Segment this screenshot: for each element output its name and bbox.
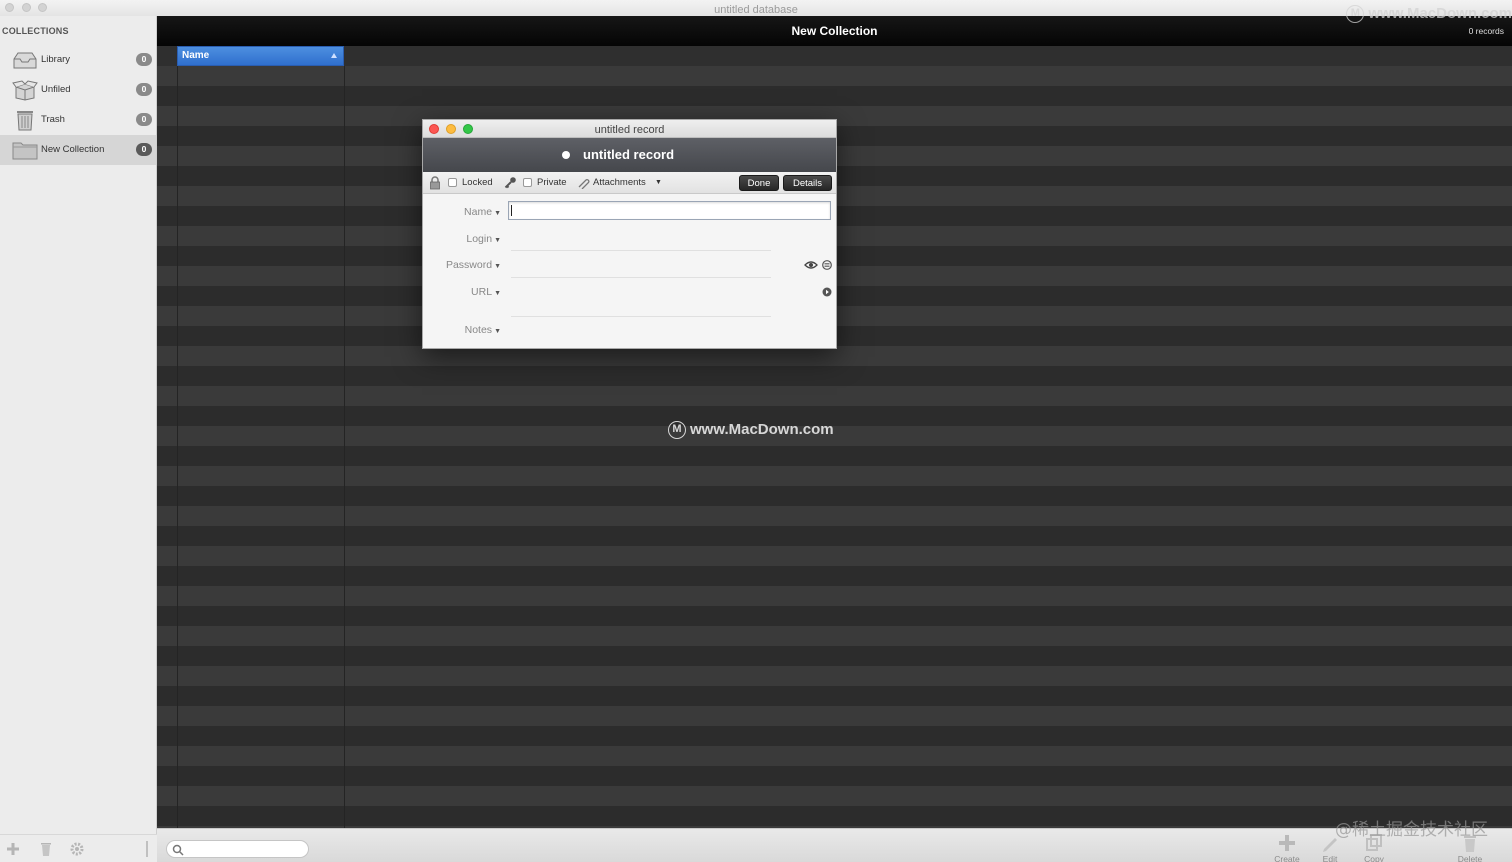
collections-sidebar: COLLECTIONS Library 0 Unfiled 0 Trash 0 <box>0 16 157 862</box>
count-badge: 0 <box>136 113 152 126</box>
search-field[interactable] <box>166 840 309 858</box>
locked-label: Locked <box>462 177 493 188</box>
name-field[interactable] <box>508 201 831 220</box>
record-name-heading: untitled record <box>583 147 675 162</box>
lock-icon <box>430 176 440 190</box>
bottom-toolbar: Create Edit Copy Delete <box>157 828 1512 862</box>
trash-can-icon <box>17 111 33 131</box>
gear-icon[interactable] <box>69 841 85 857</box>
plus-icon <box>1279 835 1295 851</box>
delete-collection-icon[interactable] <box>38 841 54 857</box>
collections-heading: COLLECTIONS <box>2 26 69 36</box>
sidebar-item-library[interactable]: Library 0 <box>0 45 156 75</box>
login-field-label[interactable]: Login ▼ <box>466 233 501 245</box>
column-divider <box>177 66 178 828</box>
sidebar-item-label: New Collection <box>41 144 105 155</box>
watermark-top: Mwww.MacDown.com <box>1346 5 1512 24</box>
minimize-window-button[interactable] <box>22 3 31 12</box>
name-field-label[interactable]: Name ▼ <box>464 206 501 218</box>
sidebar-item-label: Trash <box>41 114 65 125</box>
zoom-dialog-button[interactable] <box>463 124 473 134</box>
count-badge: 0 <box>136 83 152 96</box>
name-column-header[interactable]: Name <box>177 46 344 66</box>
login-field[interactable] <box>511 250 771 251</box>
dialog-titlebar: untitled record <box>423 120 836 138</box>
notes-field-label[interactable]: Notes ▼ <box>465 324 501 336</box>
paperclip-icon <box>578 179 590 189</box>
dialog-window-title: untitled record <box>594 124 665 136</box>
attachments-label: Attachments <box>593 177 646 188</box>
inbox-tray-icon <box>13 52 37 69</box>
done-button[interactable]: Done <box>739 175 779 191</box>
private-checkbox[interactable] <box>523 178 532 187</box>
sidebar-footer <box>0 834 157 862</box>
url-field-label[interactable]: URL ▼ <box>471 286 501 298</box>
record-dialog: untitled record untitled record Locked P… <box>422 119 837 349</box>
resize-handle[interactable] <box>146 841 148 857</box>
window-title: untitled database <box>714 4 798 16</box>
column-header-label: Name <box>182 50 210 61</box>
eye-icon[interactable] <box>804 260 818 270</box>
close-dialog-button[interactable] <box>429 124 439 134</box>
sidebar-item-new-collection[interactable]: New Collection 0 <box>0 135 156 165</box>
folder-icon <box>12 142 38 160</box>
minimize-dialog-button[interactable] <box>446 124 456 134</box>
generate-password-icon[interactable] <box>822 260 832 270</box>
open-url-icon[interactable] <box>822 287 832 297</box>
url-field[interactable] <box>511 316 771 317</box>
open-box-icon <box>12 80 38 101</box>
sidebar-item-label: Unfiled <box>41 84 71 95</box>
key-icon <box>504 177 516 189</box>
window-titlebar: untitled database <box>0 0 1512 16</box>
sidebar-item-trash[interactable]: Trash 0 <box>0 105 156 135</box>
count-badge: 0 <box>136 143 152 156</box>
password-field-label[interactable]: Password ▼ <box>446 259 501 271</box>
zoom-window-button[interactable] <box>38 3 47 12</box>
private-label: Private <box>537 177 567 188</box>
sort-ascending-icon <box>331 53 337 58</box>
close-window-button[interactable] <box>5 3 14 12</box>
record-status-dot <box>562 151 570 159</box>
column-divider[interactable] <box>344 66 345 828</box>
details-button[interactable]: Details <box>783 175 832 191</box>
watermark-bottom: @稀土掘金技术社区 <box>1335 820 1488 840</box>
search-icon <box>172 844 184 856</box>
add-collection-icon[interactable] <box>5 841 21 857</box>
search-input[interactable] <box>187 842 302 856</box>
collection-title: New Collection <box>791 24 878 38</box>
sidebar-item-unfiled[interactable]: Unfiled 0 <box>0 75 156 105</box>
chevron-down-icon: ▼ <box>655 179 662 186</box>
record-count: 0 records <box>1468 26 1504 36</box>
record-toolbar: Locked Private Attachments ▼ Done Detail… <box>423 172 836 194</box>
password-field[interactable] <box>511 277 771 278</box>
locked-checkbox[interactable] <box>448 178 457 187</box>
sidebar-item-label: Library <box>41 54 71 65</box>
collection-header: New Collection 0 records <box>157 16 1512 46</box>
record-header: untitled record <box>423 138 836 172</box>
count-badge: 0 <box>136 53 152 66</box>
watermark-center: Mwww.MacDown.com <box>668 421 834 440</box>
